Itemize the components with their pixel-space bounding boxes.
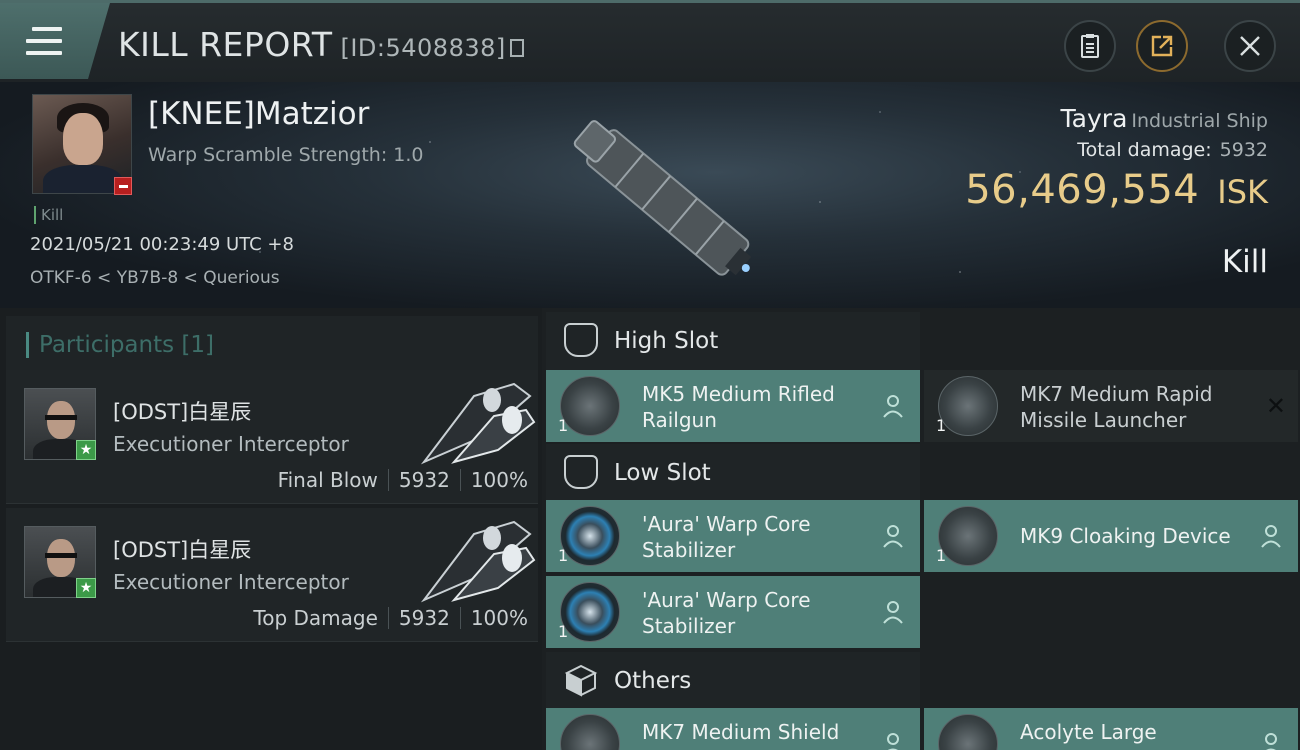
isk-unit: ISK — [1217, 173, 1268, 211]
total-damage-label: Total damage: — [1077, 139, 1212, 161]
module-name: 'Aura' Warp Core Stabilizer — [642, 512, 811, 562]
victim-ship-name[interactable]: Tayra — [1061, 104, 1128, 133]
module-quantity: 1 — [936, 416, 947, 435]
star-icon: ★ — [76, 440, 96, 460]
victim-ship-class: Industrial Ship — [1131, 110, 1268, 132]
page-title: KILL REPORT [ID:5408838] — [118, 25, 524, 64]
menu-icon — [26, 27, 62, 55]
module-name: MK7 Medium Rapid Missile Launcher — [1020, 382, 1213, 432]
header-bar: KILL REPORT [ID:5408838] — [0, 0, 1300, 82]
menu-button[interactable] — [0, 3, 110, 79]
kill-datetime: 2021/05/21 00:23:49 UTC +8 — [30, 234, 294, 255]
victim-name[interactable]: [KNEE]Matzior — [148, 96, 369, 132]
module-card[interactable]: 1 MK7 Medium Rapid Missile Launcher ✕ — [924, 370, 1298, 442]
clipboard-button[interactable] — [1064, 20, 1116, 72]
user-icon[interactable] — [882, 394, 904, 418]
module-card[interactable]: 1 MK5 Medium Rifled Railgun — [546, 370, 920, 442]
hostile-badge-icon — [114, 177, 132, 195]
star-icon: ★ — [76, 578, 96, 598]
share-button[interactable] — [1136, 20, 1188, 72]
close-button[interactable] — [1224, 20, 1276, 72]
participant-percent: 100% — [470, 468, 528, 492]
module-card[interactable]: 1 'Aura' Warp Core Stabilizer — [546, 576, 920, 648]
missile-launcher-icon — [938, 376, 998, 436]
participant-name[interactable]: [ODST]白星辰 — [113, 534, 251, 564]
participant-stats: Top Damage 5932 100% — [253, 606, 528, 630]
copy-icon[interactable] — [509, 39, 524, 57]
ship-name-line: Tayra Industrial Ship — [965, 104, 1268, 133]
module-quantity: 1 — [558, 622, 569, 641]
participants-header: Participants [1] — [6, 316, 538, 374]
total-damage-value: 5932 — [1219, 139, 1268, 161]
module-quantity: 1 — [558, 416, 569, 435]
low-slot-label: Low Slot — [614, 460, 711, 486]
clipboard-icon — [1081, 34, 1099, 58]
module-name: Acolyte Large — [1020, 720, 1157, 744]
participants-title: Participants [1] — [26, 332, 214, 358]
victim-ship-render[interactable] — [540, 86, 780, 306]
module-quantity: 1 — [558, 546, 569, 565]
participant-role: Final Blow — [277, 468, 378, 492]
railgun-icon — [560, 376, 620, 436]
kill-result-label: Kill — [1221, 244, 1268, 280]
participant-stats: Final Blow 5932 100% — [278, 468, 528, 492]
participant-row[interactable]: ★ [ODST]白星辰 Executioner Interceptor Fina… — [6, 370, 538, 504]
total-damage: Total damage: 5932 — [965, 139, 1268, 161]
module-name: MK5 Medium Rifled Railgun — [642, 382, 835, 432]
cloaking-device-icon — [938, 506, 998, 566]
title-text: KILL REPORT — [118, 25, 333, 64]
isk-value: 56,469,554 — [965, 167, 1200, 213]
drone-icon — [938, 714, 998, 750]
module-card[interactable]: 1 MK9 Cloaking Device — [924, 500, 1298, 572]
participant-ship-render[interactable] — [414, 514, 538, 608]
participant-ship: Executioner Interceptor — [113, 570, 349, 594]
module-card[interactable]: MK7 Medium Shield — [546, 708, 920, 750]
high-slot-label: High Slot — [614, 328, 719, 354]
participant-ship-render[interactable] — [414, 376, 538, 470]
destroyed-x-icon: ✕ — [1265, 392, 1286, 420]
victim-banner: [KNEE]Matzior Warp Scramble Strength: 1.… — [0, 82, 1300, 308]
module-card[interactable]: Acolyte Large — [924, 708, 1298, 750]
others-header: Others — [546, 652, 920, 710]
kill-id: [ID:5408838] — [340, 34, 506, 62]
participants-panel: Participants [1] ★ [ODST]白星辰 Executioner… — [0, 308, 542, 750]
low-slot-header: Low Slot — [546, 444, 920, 502]
kill-location[interactable]: OTKF-6 < YB7B-8 < Querious — [30, 268, 280, 288]
user-icon[interactable] — [1260, 524, 1282, 548]
high-slot-icon — [564, 323, 598, 357]
participant-damage: 5932 — [398, 606, 450, 630]
others-label: Others — [614, 668, 692, 694]
user-icon[interactable] — [1260, 732, 1282, 750]
module-quantity: 1 — [936, 546, 947, 565]
participant-name[interactable]: [ODST]白星辰 — [113, 396, 251, 426]
low-slot-icon — [564, 455, 598, 489]
user-icon[interactable] — [882, 600, 904, 624]
warp-core-stabilizer-icon — [560, 582, 620, 642]
cargo-box-icon — [564, 664, 598, 697]
participant-role: Top Damage — [253, 606, 378, 630]
user-icon[interactable] — [882, 732, 904, 750]
isk-value-line: 56,469,554 ISK — [965, 167, 1268, 213]
module-card[interactable]: 1 'Aura' Warp Core Stabilizer — [546, 500, 920, 572]
participant-row[interactable]: ★ [ODST]白星辰 Executioner Interceptor Top … — [6, 508, 538, 642]
high-slot-header: High Slot — [546, 312, 920, 370]
close-icon — [1240, 36, 1260, 56]
module-name: MK9 Cloaking Device — [1020, 524, 1231, 548]
module-name: MK7 Medium Shield — [642, 720, 840, 744]
warp-scramble-strength: Warp Scramble Strength: 1.0 — [148, 144, 424, 166]
kill-tag: Kill — [34, 206, 63, 224]
participant-percent: 100% — [470, 606, 528, 630]
participant-damage: 5932 — [398, 468, 450, 492]
shield-module-icon — [560, 714, 620, 750]
participant-ship: Executioner Interceptor — [113, 432, 349, 456]
module-name: 'Aura' Warp Core Stabilizer — [642, 588, 811, 638]
warp-core-stabilizer-icon — [560, 506, 620, 566]
user-icon[interactable] — [882, 524, 904, 548]
share-icon — [1151, 35, 1173, 57]
ship-info: Tayra Industrial Ship Total damage: 5932 5… — [965, 104, 1268, 213]
fitting-panel: High Slot 1 MK5 Medium Rifled Railgun 1 … — [542, 308, 1300, 750]
